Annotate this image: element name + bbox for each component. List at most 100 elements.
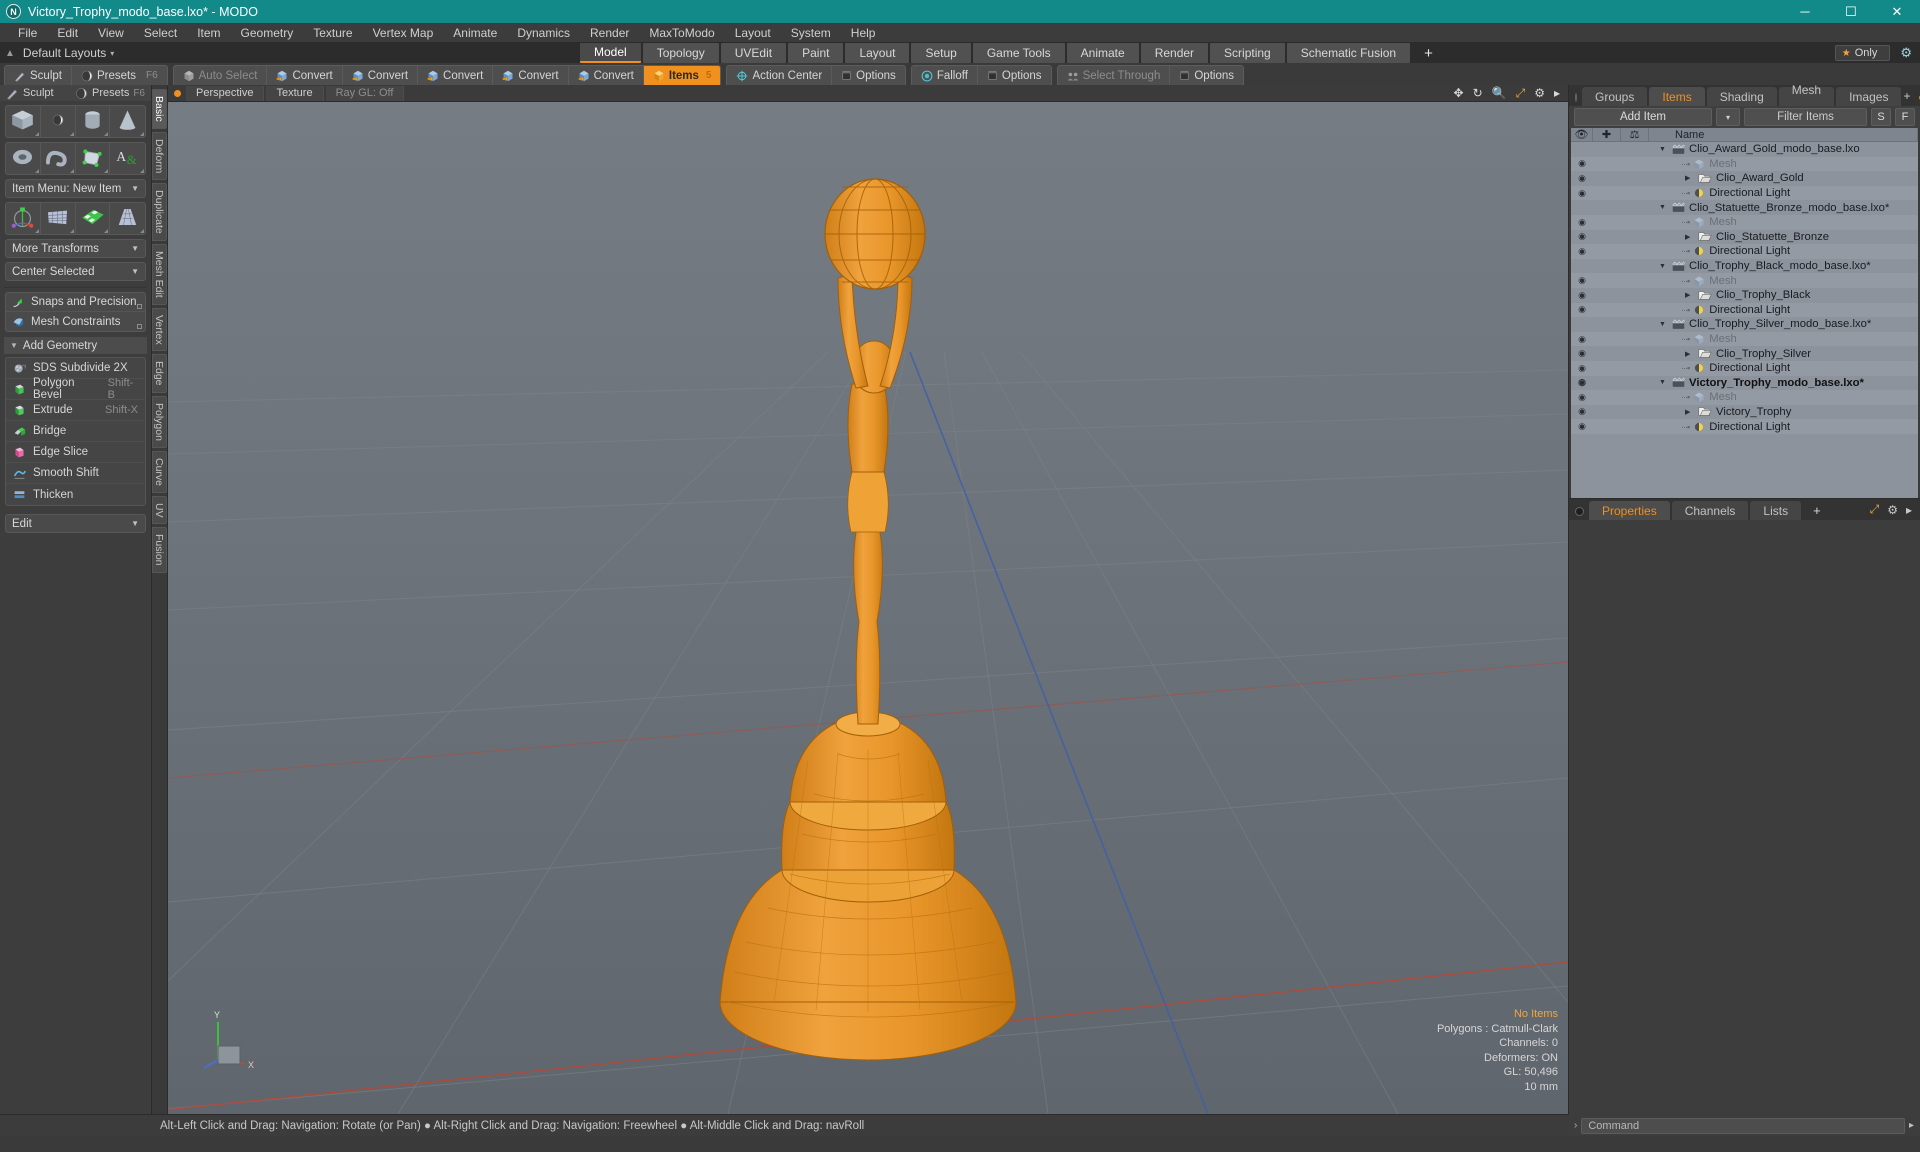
layout-tab-render[interactable]: Render bbox=[1140, 43, 1209, 63]
layout-tab-paint[interactable]: Paint bbox=[788, 43, 844, 63]
only-button[interactable]: ★ Only bbox=[1834, 45, 1891, 61]
mode-button-presets[interactable]: Presets F6 bbox=[72, 66, 167, 85]
menu-item-edit[interactable]: Edit bbox=[47, 23, 88, 43]
mode-button-convert[interactable]: Convert bbox=[267, 66, 343, 85]
mode-button-convert[interactable]: Convert bbox=[493, 66, 569, 85]
chevron-right-icon[interactable]: ▸ bbox=[1906, 503, 1912, 517]
items-tree-row[interactable]: ◉ ···▪ Directional Light bbox=[1571, 419, 1918, 434]
visibility-eye-icon[interactable]: ◉ bbox=[1571, 334, 1593, 345]
torus-primitive[interactable] bbox=[6, 143, 41, 174]
menu-item-layout[interactable]: Layout bbox=[725, 23, 781, 43]
mode-button-sculpt[interactable]: Sculpt bbox=[5, 66, 72, 85]
items-tree-row[interactable]: ◉ ···▪ Directional Light bbox=[1571, 185, 1918, 201]
add-geometry-header[interactable]: ▼ Add Geometry bbox=[4, 337, 147, 354]
items-tree-row[interactable]: ◉ ···▪ Directional Light bbox=[1571, 302, 1918, 318]
tree-expander-icon[interactable]: ▼ bbox=[1659, 321, 1668, 328]
mode-button-select-through[interactable]: Select Through bbox=[1058, 66, 1171, 85]
geometry-tool-smooth-shift[interactable]: Smooth Shift bbox=[6, 463, 145, 484]
layout-tab-uvedit[interactable]: UVEdit bbox=[720, 43, 787, 63]
zoom-icon[interactable]: 🔍 bbox=[1492, 86, 1507, 100]
items-tree-row[interactable]: ▼ Clio_Statuette_Bronze_modo_base.lxo* bbox=[1571, 200, 1918, 215]
visibility-eye-icon[interactable]: ◉ bbox=[1571, 173, 1593, 184]
mesh-constraints-button[interactable]: Mesh Constraints bbox=[6, 312, 145, 331]
mode-button-options[interactable]: Options bbox=[832, 66, 905, 85]
items-tree-row[interactable]: ◉ ···▪ Directional Light bbox=[1571, 244, 1918, 259]
bend-tool[interactable] bbox=[76, 203, 111, 234]
visibility-eye-icon[interactable]: ◉ bbox=[1571, 231, 1593, 242]
vertical-tab-mesh-edit[interactable]: Mesh Edit bbox=[152, 243, 167, 305]
vertical-tab-uv[interactable]: UV bbox=[152, 495, 167, 525]
add-item-button[interactable]: Add Item bbox=[1574, 108, 1712, 126]
menu-item-help[interactable]: Help bbox=[841, 23, 886, 43]
items-tree-row[interactable]: ◉ ▶ Clio_Trophy_Black bbox=[1571, 288, 1918, 303]
layout-tab-model[interactable]: Model bbox=[580, 43, 641, 63]
layout-tab-animate[interactable]: Animate bbox=[1066, 43, 1139, 63]
items-tree-row[interactable]: ◉ ···▪ Directional Light bbox=[1571, 360, 1918, 376]
mode-button-convert[interactable]: Convert bbox=[418, 66, 494, 85]
filter-s-button[interactable]: S bbox=[1871, 108, 1891, 126]
menu-item-system[interactable]: System bbox=[781, 23, 841, 43]
gear-icon[interactable]: ⚙ bbox=[1887, 503, 1898, 517]
visibility-eye-icon[interactable]: ◉ bbox=[1571, 406, 1593, 417]
add-item-dropdown[interactable]: ▾ bbox=[1716, 108, 1740, 126]
expand-icon[interactable]: ⤢ bbox=[1870, 502, 1880, 517]
panel-tab-images[interactable]: Images bbox=[1836, 87, 1902, 106]
menu-item-select[interactable]: Select bbox=[134, 23, 187, 43]
items-tree-row[interactable]: ◉ ···▪ Mesh bbox=[1571, 331, 1918, 347]
collapse-arrow-icon[interactable]: ▲ bbox=[5, 48, 15, 59]
layout-tab-scripting[interactable]: Scripting bbox=[1210, 43, 1285, 63]
more-transforms-dropdown[interactable]: More Transforms ▼ bbox=[5, 239, 146, 258]
command-submit-icon[interactable]: ▸ bbox=[1909, 1120, 1914, 1131]
vertical-tab-deform[interactable]: Deform bbox=[152, 131, 167, 181]
add-layout-tab-button[interactable]: + bbox=[1412, 43, 1445, 63]
visibility-eye-icon[interactable]: ◉ bbox=[1571, 158, 1593, 169]
menu-item-render[interactable]: Render bbox=[580, 23, 639, 43]
menu-item-file[interactable]: File bbox=[8, 23, 47, 43]
viewport-mode-perspective[interactable]: Perspective bbox=[186, 85, 265, 101]
viewport-raygl[interactable]: Ray GL: Off bbox=[325, 85, 405, 101]
menu-item-item[interactable]: Item bbox=[187, 23, 230, 43]
layout-tab-layout[interactable]: Layout bbox=[845, 43, 910, 63]
menu-item-texture[interactable]: Texture bbox=[303, 23, 362, 43]
geometry-tool-thicken[interactable]: Thicken bbox=[6, 484, 145, 505]
gear-icon[interactable]: ⚙ bbox=[1534, 86, 1545, 100]
properties-tab-properties[interactable]: Properties bbox=[1589, 501, 1670, 520]
mode-button-action-center[interactable]: Action Center bbox=[727, 66, 833, 85]
panel-menu-dot-icon[interactable] bbox=[1575, 93, 1577, 102]
items-tree-row[interactable]: ◉ ···▪ Mesh bbox=[1571, 214, 1918, 230]
col-name-header[interactable]: Name bbox=[1649, 128, 1918, 142]
close-button[interactable]: ✕ bbox=[1874, 0, 1920, 23]
panel-tab-items[interactable]: Items bbox=[1649, 87, 1705, 106]
mode-button-options[interactable]: Options bbox=[978, 66, 1051, 85]
tree-expander-icon[interactable]: ▶ bbox=[1685, 408, 1694, 416]
visibility-eye-icon[interactable]: ◉ bbox=[1571, 348, 1593, 359]
tree-expander-icon[interactable]: ▼ bbox=[1659, 146, 1668, 153]
tree-expander-icon[interactable]: ▶ bbox=[1685, 350, 1694, 358]
items-tree-row[interactable]: ◉ ···▪ Mesh bbox=[1571, 273, 1918, 288]
snaps-and-precision-button[interactable]: Snaps and Precision bbox=[6, 293, 145, 312]
vertical-tab-fusion[interactable]: Fusion bbox=[152, 527, 167, 573]
mode-button-falloff[interactable]: Falloff bbox=[912, 66, 978, 85]
geometry-tool-polygon-bevel[interactable]: Polygon Bevel Shift-B bbox=[6, 377, 145, 401]
geometry-tool-sds-subdivide-2x[interactable]: SDS Subdivide 2X bbox=[6, 358, 145, 379]
items-tree[interactable]: 👁 ✚ ⚖ Name ▼ Clio_Award_Gold_modo_base.lx… bbox=[1571, 128, 1918, 498]
visibility-eye-icon[interactable]: ◉ bbox=[1571, 421, 1593, 432]
gear-icon[interactable]: ⚙ bbox=[1900, 45, 1912, 61]
add-tab-button[interactable]: + bbox=[1903, 89, 1910, 103]
menu-item-animate[interactable]: Animate bbox=[443, 23, 507, 43]
panel-tab-groups[interactable]: Groups bbox=[1582, 87, 1648, 106]
visibility-eye-icon[interactable]: ◉ bbox=[1571, 377, 1593, 388]
mode-button-options[interactable]: Options bbox=[1170, 66, 1243, 85]
tree-expander-icon[interactable]: ▼ bbox=[1659, 263, 1668, 270]
layout-tab-topology[interactable]: Topology bbox=[642, 43, 719, 63]
visibility-eye-icon[interactable]: ◉ bbox=[1571, 290, 1593, 301]
chevron-right-icon[interactable]: ▸ bbox=[1554, 86, 1560, 100]
transform-gizmo[interactable] bbox=[6, 203, 41, 234]
presets-button[interactable]: Presets F6 bbox=[69, 87, 151, 100]
items-tree-row[interactable]: ◉ ▼ Victory_Trophy_modo_base.lxo* bbox=[1571, 376, 1918, 391]
items-tree-row[interactable]: ◉ ▶ Clio_Trophy_Silver bbox=[1571, 346, 1918, 361]
edit-dropdown[interactable]: Edit ▼ bbox=[5, 514, 146, 533]
center-selected-dropdown[interactable]: Center Selected ▼ bbox=[5, 262, 146, 281]
options-square-icon[interactable] bbox=[137, 324, 142, 329]
menu-item-geometry[interactable]: Geometry bbox=[231, 23, 304, 43]
